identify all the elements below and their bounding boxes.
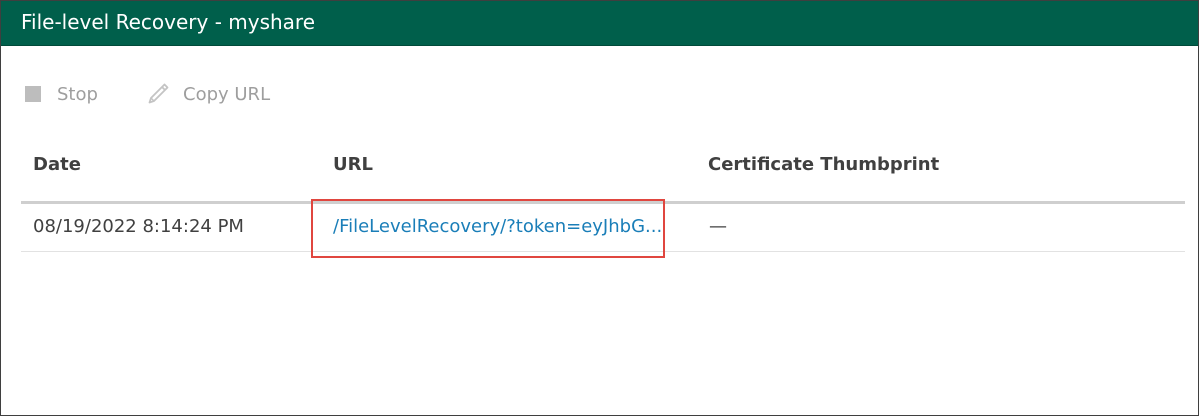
stop-button[interactable]: Stop: [25, 81, 98, 107]
copy-url-button-label: Copy URL: [183, 83, 271, 105]
url-highlight-box: [311, 199, 665, 258]
row-date-cell: 08/19/2022 8:14:24 PM: [33, 216, 244, 237]
pencil-icon: [148, 83, 169, 104]
column-header-date[interactable]: Date: [33, 154, 81, 175]
stop-square-icon: [25, 86, 41, 102]
stop-button-label: Stop: [57, 83, 98, 105]
row-certificate-thumbprint-cell: —: [709, 216, 727, 237]
file-level-recovery-window: File-level Recovery - myshare Stop Copy …: [0, 0, 1199, 416]
column-header-url[interactable]: URL: [333, 154, 373, 175]
window-title: File-level Recovery - myshare: [21, 10, 316, 34]
copy-url-button[interactable]: Copy URL: [145, 81, 270, 107]
column-header-certificate-thumbprint[interactable]: Certificate Thumbprint: [708, 154, 939, 175]
table-header: Date URL Certificate Thumbprint: [21, 141, 1185, 204]
title-bar: File-level Recovery - myshare: [1, 1, 1198, 46]
